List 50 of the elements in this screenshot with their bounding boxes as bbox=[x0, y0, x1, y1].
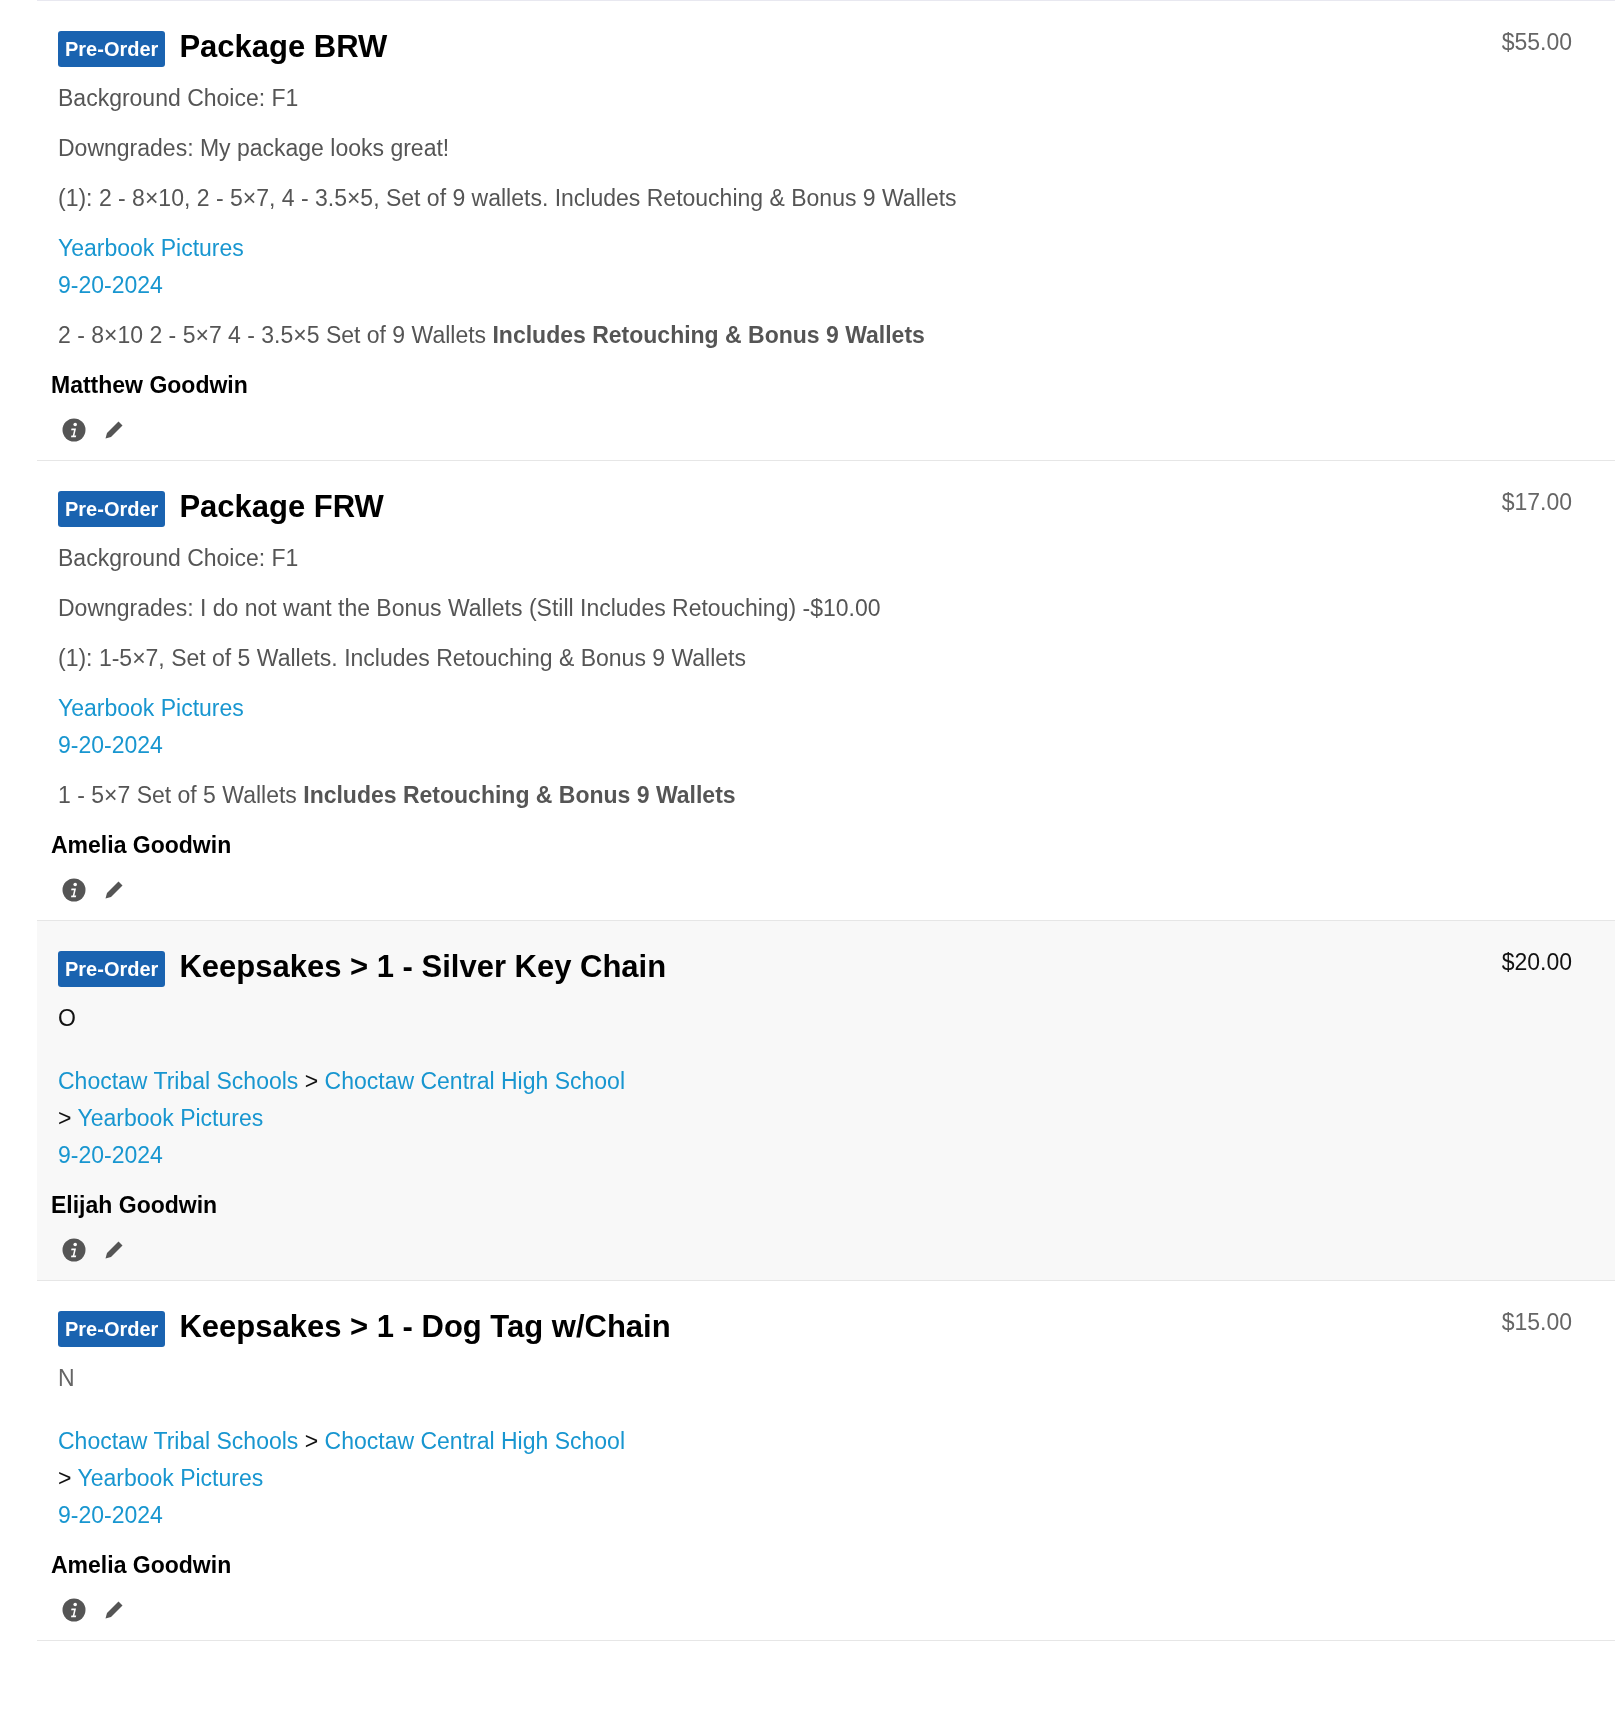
category-link[interactable]: Yearbook Pictures bbox=[77, 1105, 264, 1131]
category-link[interactable]: Choctaw Central High School bbox=[324, 1068, 625, 1094]
date-link[interactable]: 9-20-2024 bbox=[58, 272, 163, 298]
category-link[interactable]: Yearbook Pictures bbox=[58, 235, 244, 261]
item-title: Package BRW bbox=[179, 28, 388, 66]
breadcrumb-separator: > bbox=[304, 1068, 319, 1094]
date-link[interactable]: 9-20-2024 bbox=[58, 1502, 163, 1528]
item-note: O bbox=[58, 1004, 77, 1033]
customer-name: Elijah Goodwin bbox=[51, 1191, 219, 1220]
date-link[interactable]: 9-20-2024 bbox=[58, 732, 163, 758]
category-link[interactable]: Choctaw Tribal Schools bbox=[58, 1428, 299, 1454]
option-line: (1): 1-5×7, Set of 5 Wallets. Includes Retouching & Bonus 9 Wallets bbox=[58, 644, 747, 673]
package-description: 1 - 5×7 Set of 5 Wallets Includes Retouching & Bonus 9 Wallets bbox=[58, 781, 737, 810]
pencil-icon[interactable] bbox=[103, 879, 125, 901]
package-description: 2 - 8×10 2 - 5×7 4 - 3.5×5 Set of 9 Wallets Includes Retouching & Bonus 9 Wallets bbox=[58, 321, 926, 350]
option-line: Background Choice: F1 bbox=[58, 84, 300, 113]
category-link[interactable]: Choctaw Central High School bbox=[324, 1428, 625, 1454]
pre-order-badge: Pre-Order bbox=[58, 491, 166, 527]
item-price: $15.00 bbox=[1501, 1308, 1572, 1337]
item-title: Package FRW bbox=[179, 488, 384, 526]
category-link[interactable]: Yearbook Pictures bbox=[58, 695, 244, 721]
option-line: (1): 2 - 8×10, 2 - 5×7, 4 - 3.5×5, Set of 9 wallets. Includes Retouching & Bonus 9 Wallets bbox=[58, 184, 958, 213]
option-line: Downgrades: I do not want the Bonus Wallets (Still Includes Retouching) -$10.00 bbox=[58, 594, 882, 623]
item-title: Keepsakes > 1 - Silver Key Chain bbox=[179, 948, 667, 986]
breadcrumb-separator: > bbox=[58, 1105, 72, 1131]
breadcrumb-separator: > bbox=[58, 1465, 72, 1491]
item-note: N bbox=[58, 1364, 76, 1393]
pre-order-badge: Pre-Order bbox=[58, 31, 166, 67]
pre-order-badge: Pre-Order bbox=[58, 1311, 166, 1347]
breadcrumb-separator: > bbox=[304, 1428, 319, 1454]
category-link[interactable]: Yearbook Pictures bbox=[77, 1465, 264, 1491]
date-link[interactable]: 9-20-2024 bbox=[58, 1142, 163, 1168]
info-icon[interactable] bbox=[62, 1598, 86, 1622]
item-price: $20.00 bbox=[1501, 948, 1572, 977]
pencil-icon[interactable] bbox=[103, 419, 125, 441]
info-icon[interactable] bbox=[62, 878, 86, 902]
pencil-icon[interactable] bbox=[103, 1599, 125, 1621]
category-link[interactable]: Choctaw Tribal Schools bbox=[58, 1068, 299, 1094]
item-price: $17.00 bbox=[1501, 488, 1572, 517]
info-icon[interactable] bbox=[62, 1238, 86, 1262]
info-icon[interactable] bbox=[62, 418, 86, 442]
customer-name: Amelia Goodwin bbox=[51, 831, 233, 860]
option-line: Background Choice: F1 bbox=[58, 544, 300, 573]
pencil-icon[interactable] bbox=[103, 1239, 125, 1261]
pre-order-badge: Pre-Order bbox=[58, 951, 166, 987]
option-line: Downgrades: My package looks great! bbox=[58, 134, 451, 163]
item-price: $55.00 bbox=[1501, 28, 1572, 57]
item-title: Keepsakes > 1 - Dog Tag w/Chain bbox=[179, 1308, 671, 1346]
customer-name: Amelia Goodwin bbox=[51, 1551, 233, 1580]
customer-name: Matthew Goodwin bbox=[51, 371, 249, 400]
